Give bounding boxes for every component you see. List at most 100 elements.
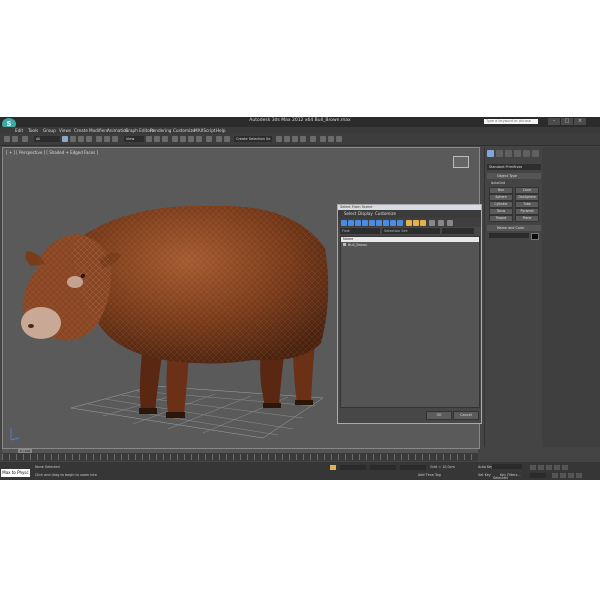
render-production-icon[interactable] <box>336 136 342 142</box>
graphite-ribbon-icon[interactable] <box>284 136 290 142</box>
previous-frame-icon[interactable] <box>538 465 544 470</box>
tab-hierarchy[interactable] <box>505 150 512 157</box>
zoom-icon[interactable] <box>552 473 558 478</box>
material-editor-icon[interactable] <box>310 136 316 142</box>
mirror-icon[interactable] <box>216 136 222 142</box>
set-key-button[interactable]: Set Key <box>478 473 491 477</box>
dialog-options-icon[interactable] <box>447 220 453 226</box>
plane-button[interactable]: Plane <box>515 215 539 222</box>
angle-snap-icon[interactable] <box>180 136 186 142</box>
display-geometry-icon[interactable] <box>341 220 347 226</box>
lock-selection-icon[interactable] <box>330 465 336 470</box>
schematic-view-icon[interactable] <box>300 136 306 142</box>
sphere-button[interactable]: Sphere <box>489 194 513 201</box>
window-crossing-icon[interactable] <box>86 136 92 142</box>
bull-model[interactable] <box>21 205 329 418</box>
menu-help[interactable]: Help <box>216 127 226 134</box>
display-xrefs-icon[interactable] <box>390 220 396 226</box>
filter-icon[interactable] <box>438 220 444 226</box>
track-bar[interactable] <box>2 454 478 460</box>
selection-set-button[interactable] <box>442 228 474 234</box>
cone-button[interactable]: Cone <box>515 187 539 194</box>
select-object-icon[interactable] <box>62 136 68 142</box>
z-coordinate-field[interactable] <box>400 465 426 470</box>
select-by-name-icon[interactable] <box>70 136 76 142</box>
cancel-button[interactable]: Cancel <box>453 411 479 420</box>
add-time-tag[interactable]: Add Time Tag <box>418 473 441 477</box>
named-selection-set-dropdown[interactable]: Create Selection Se <box>234 136 272 142</box>
scene-object-list[interactable]: Name Bull_Brown <box>340 236 480 408</box>
list-item[interactable]: Bull_Brown <box>343 243 367 247</box>
key-filters-button[interactable]: Key Filters... <box>500 473 521 477</box>
rendered-frame-window-icon[interactable] <box>328 136 334 142</box>
selection-set-dropdown[interactable]: Selection Set: <box>382 228 440 234</box>
menu-edit[interactable]: Edit <box>15 127 23 134</box>
rect-selection-icon[interactable] <box>78 136 84 142</box>
display-spacewarps-icon[interactable] <box>376 220 382 226</box>
display-shapes-icon[interactable] <box>348 220 354 226</box>
next-frame-icon[interactable] <box>554 465 560 470</box>
display-helpers-icon[interactable] <box>369 220 375 226</box>
percent-snap-icon[interactable] <box>188 136 194 142</box>
autogrid-checkbox[interactable]: AutoGrid <box>491 181 505 185</box>
object-type-rollout[interactable]: Object Type <box>487 173 541 179</box>
menu-tools[interactable]: Tools <box>28 127 38 134</box>
object-name-field[interactable] <box>489 233 529 238</box>
play-icon[interactable] <box>546 465 552 470</box>
display-cameras-icon[interactable] <box>362 220 368 226</box>
name-and-color-rollout[interactable]: Name and Color <box>487 225 541 231</box>
selection-filter-dropdown[interactable]: All <box>34 136 60 142</box>
display-groups-icon[interactable] <box>383 220 389 226</box>
minimize-button[interactable]: – <box>548 118 560 125</box>
current-frame-field[interactable] <box>530 473 546 478</box>
align-icon[interactable] <box>224 136 230 142</box>
close-button[interactable]: × <box>574 118 586 125</box>
snap-icon[interactable] <box>172 136 178 142</box>
selected-dropdown[interactable]: Selected <box>492 464 522 480</box>
curve-editor-icon[interactable] <box>292 136 298 142</box>
render-setup-icon[interactable] <box>320 136 326 142</box>
menu-maxscript[interactable]: MAXScript <box>194 127 216 134</box>
menu-rendering[interactable]: Rendering <box>150 127 171 134</box>
select-none-icon[interactable] <box>413 220 419 226</box>
edit-named-selection-icon[interactable] <box>206 136 212 142</box>
sync-selection-icon[interactable] <box>429 220 435 226</box>
dialog-menu-select[interactable]: Select <box>344 210 356 218</box>
tab-modify[interactable] <box>496 150 503 157</box>
teapot-button[interactable]: Teapot <box>489 215 513 222</box>
time-slider-thumb[interactable]: 0 / 100 <box>18 449 32 453</box>
menu-group[interactable]: Group <box>43 127 56 134</box>
menu-customize[interactable]: Customize <box>173 127 195 134</box>
menu-views[interactable]: Views <box>59 127 71 134</box>
cylinder-button[interactable]: Cylinder <box>489 201 513 208</box>
select-all-icon[interactable] <box>406 220 412 226</box>
geosphere-button[interactable]: GeoSphere <box>515 194 539 201</box>
manipulate-icon[interactable] <box>154 136 160 142</box>
display-lights-icon[interactable] <box>355 220 361 226</box>
move-icon[interactable] <box>96 136 102 142</box>
layer-manager-icon[interactable] <box>276 136 282 142</box>
pan-icon[interactable] <box>560 473 566 478</box>
time-slider[interactable]: 0 / 100 <box>2 449 478 453</box>
rotate-icon[interactable] <box>104 136 110 142</box>
pivot-icon[interactable] <box>146 136 152 142</box>
scale-icon[interactable] <box>112 136 118 142</box>
search-input[interactable]: Type a keyword or phrase <box>484 119 538 124</box>
object-color-swatch[interactable] <box>531 233 539 240</box>
go-to-start-icon[interactable] <box>530 465 536 470</box>
y-coordinate-field[interactable] <box>370 465 396 470</box>
dialog-menu-customize[interactable]: Customize <box>375 210 396 218</box>
tube-button[interactable]: Tube <box>515 201 539 208</box>
auto-key-button[interactable]: Auto Key <box>478 465 493 469</box>
menu-modifiers[interactable]: Modifiers <box>89 127 108 134</box>
undo-icon[interactable] <box>4 136 10 142</box>
display-bones-icon[interactable] <box>397 220 403 226</box>
list-column-header[interactable]: Name <box>341 237 479 242</box>
tab-create[interactable] <box>487 150 494 157</box>
category-dropdown[interactable]: Standard Primitives <box>487 164 541 170</box>
go-to-end-icon[interactable] <box>562 465 568 470</box>
tab-utilities[interactable] <box>532 150 539 157</box>
tab-motion[interactable] <box>514 150 521 157</box>
menu-create[interactable]: Create <box>74 127 88 134</box>
link-icon[interactable] <box>22 136 28 142</box>
